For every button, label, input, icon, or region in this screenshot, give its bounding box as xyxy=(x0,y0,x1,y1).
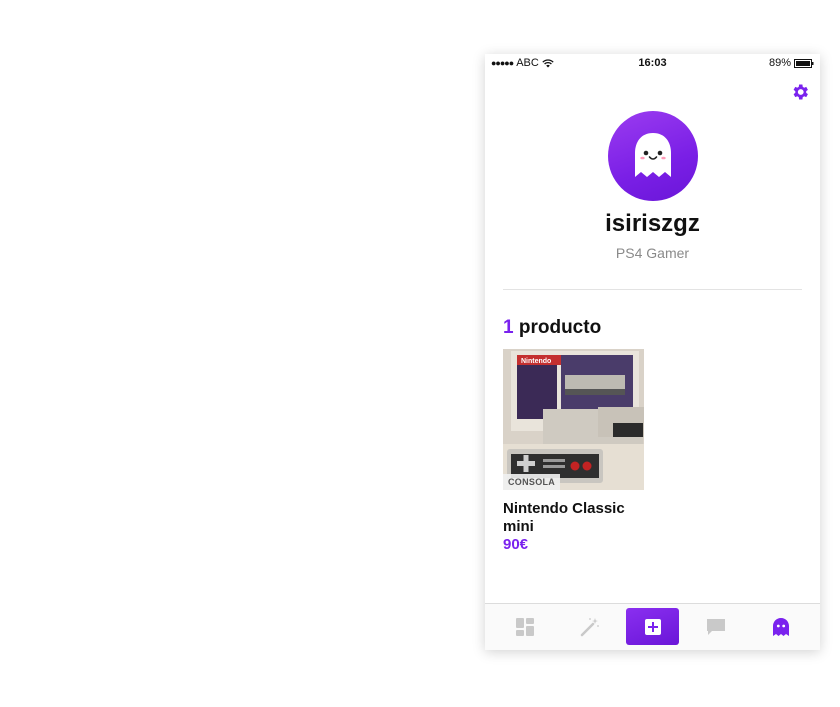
status-right: 89% xyxy=(769,57,814,69)
category-badge: CONSOLA xyxy=(503,474,561,490)
avatar[interactable] xyxy=(608,111,698,201)
product-price: 90€ xyxy=(503,536,529,553)
ghost-avatar-icon xyxy=(635,133,671,177)
svg-text:Nintendo: Nintendo xyxy=(521,358,551,365)
tab-profile[interactable] xyxy=(754,604,807,650)
magic-wand-icon xyxy=(580,618,599,637)
nes-console-image: Nintendo xyxy=(503,349,644,490)
dashboard-icon xyxy=(515,618,534,636)
status-bar: ●●●●● ABC 16:03 89% xyxy=(485,54,820,72)
add-product-icon xyxy=(644,618,661,635)
product-card[interactable]: Nintendo CONSOLA Nintendo Classic mini 9… xyxy=(503,349,644,553)
products-heading: 1 producto xyxy=(503,317,601,339)
tab-messages[interactable] xyxy=(689,604,742,650)
tab-bar xyxy=(485,603,820,650)
gear-icon[interactable] xyxy=(790,82,810,102)
battery-percent: 89% xyxy=(768,57,791,69)
ghost-profile-icon xyxy=(772,618,789,636)
tab-explore[interactable] xyxy=(563,604,616,650)
profile-bio: PS4 Gamer xyxy=(615,245,690,261)
product-title[interactable]: Nintendo Classic mini xyxy=(503,500,638,536)
products-label: producto xyxy=(518,317,602,338)
phone-screen: ●●●●● ABC 16:03 89% isiriszgz PS4 Gamer … xyxy=(485,54,820,650)
products-count: 1 xyxy=(503,317,514,338)
chat-icon xyxy=(706,619,725,635)
product-image[interactable]: Nintendo CONSOLA xyxy=(503,349,644,490)
profile-username: isiriszgz xyxy=(605,210,700,237)
tab-sell[interactable] xyxy=(626,608,679,645)
divider xyxy=(503,289,802,290)
tab-dashboard[interactable] xyxy=(498,604,551,650)
battery-icon xyxy=(794,58,814,68)
